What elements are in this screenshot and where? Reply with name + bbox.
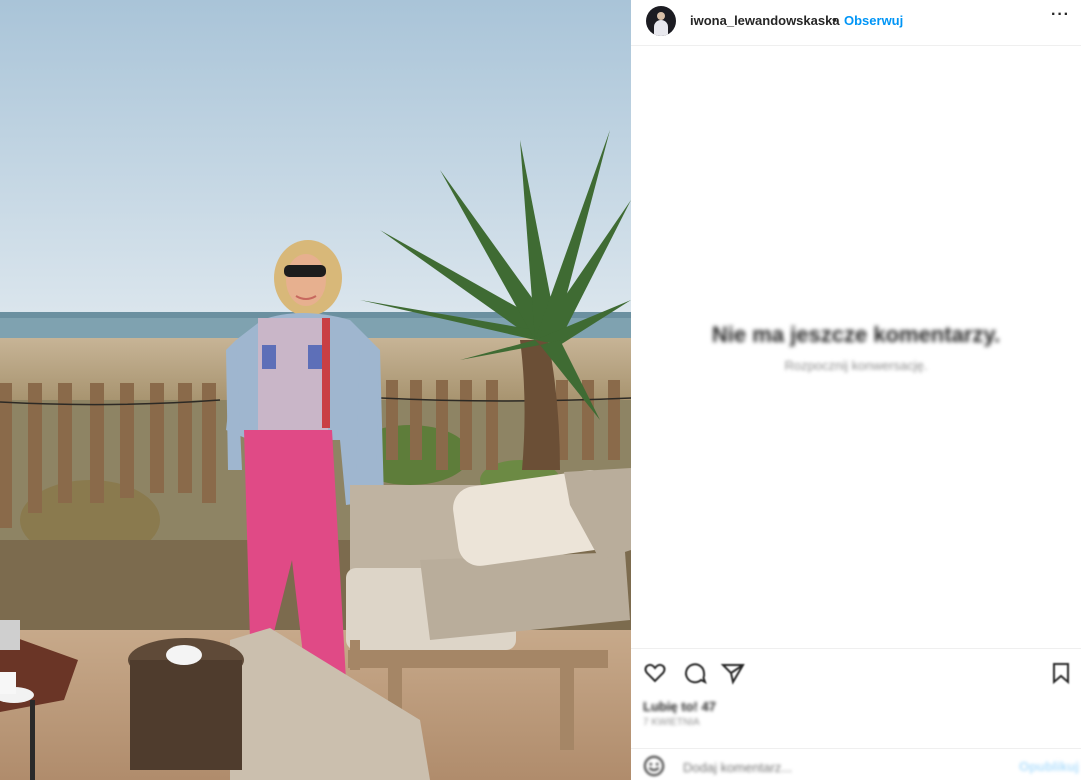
comment-icon[interactable]: [683, 661, 707, 685]
publish-button[interactable]: Opublikuj: [1019, 759, 1079, 774]
share-icon[interactable]: [721, 661, 745, 685]
more-options-icon[interactable]: ···: [1051, 6, 1081, 36]
comment-bar: Opublikuj: [631, 748, 1081, 781]
bookmark-icon[interactable]: [1049, 661, 1073, 685]
likes-count[interactable]: Lubię to! 47: [643, 699, 716, 714]
empty-comments-subtitle: Rozpocznij konwersację.: [784, 358, 928, 373]
emoji-icon[interactable]: [643, 755, 665, 777]
post-actions-bar: [631, 648, 1081, 694]
post-date: 7 KWIETNIA: [643, 717, 700, 728]
post-photo[interactable]: [0, 0, 631, 780]
avatar[interactable]: [646, 6, 676, 36]
post-header: iwona_lewandowskaska • Obserwuj ···: [631, 0, 1081, 46]
follow-button[interactable]: Obserwuj: [844, 13, 903, 28]
username-link[interactable]: iwona_lewandowskaska: [690, 13, 840, 28]
beach-terrace-photo: [0, 0, 631, 780]
post-side-panel: iwona_lewandowskaska • Obserwuj ··· Nie …: [631, 0, 1081, 780]
empty-comments-title: Nie ma jeszcze komentarzy.: [711, 322, 1001, 347]
comment-input[interactable]: [681, 757, 985, 777]
separator-dot: •: [832, 12, 837, 27]
heart-icon[interactable]: [643, 661, 667, 685]
